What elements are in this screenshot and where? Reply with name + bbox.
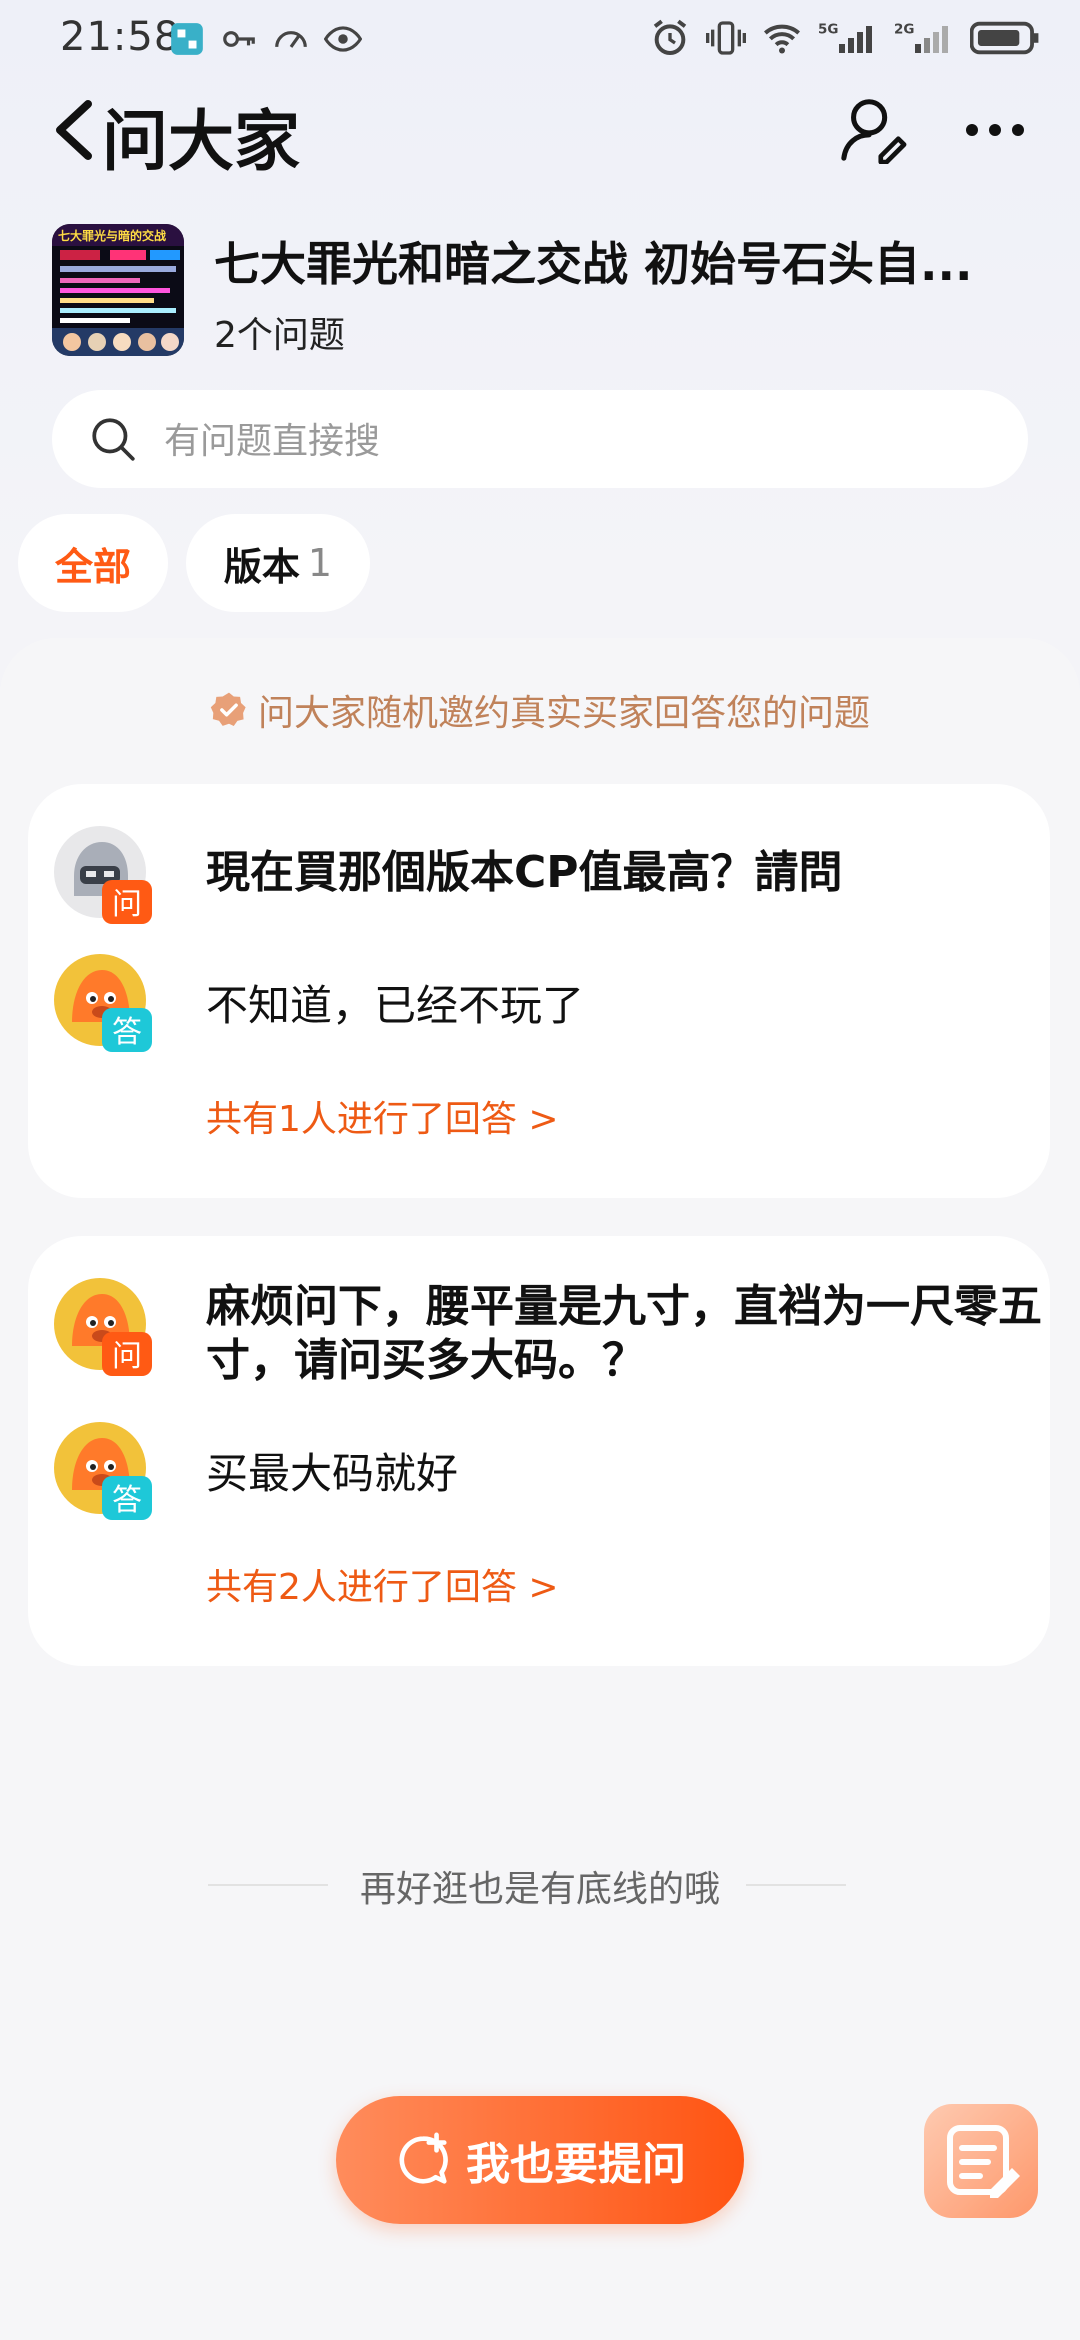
product-image: 七大罪光与暗的交战 [52, 224, 184, 356]
more-icon[interactable] [960, 112, 1030, 148]
user-search-icon[interactable] [838, 94, 908, 164]
product-thumbnail[interactable]: 七大罪光与暗的交战 [52, 224, 184, 356]
search-input[interactable] [162, 410, 986, 472]
answer-badge: 答 [112, 1015, 142, 1050]
asker-avatar: 问 [54, 826, 152, 924]
ask-question-button[interactable]: 我也要提问 [336, 2096, 744, 2224]
product-title[interactable]: 七大罪光和暗之交战 初始号石头自... [214, 228, 1024, 294]
answer-count-link[interactable]: 共有1人进行了回答 > [206, 1090, 559, 1142]
battery-icon [970, 21, 1039, 55]
speedometer-icon [275, 31, 307, 48]
verified-badge-icon [210, 692, 246, 726]
page-title: 问大家 [102, 103, 300, 180]
filter-chip-label: 全部 [54, 544, 131, 589]
add-question-icon [399, 2132, 448, 2184]
answerer-avatar: 答 [54, 954, 152, 1052]
question-count: 2个问题 [214, 315, 345, 356]
answer-text: 买最大码就好 [206, 1449, 459, 1498]
question-text[interactable]: 麻烦问下，腰平量是九寸，直裆为一尺零五寸，请问买多大码。？ [206, 1280, 1066, 1388]
question-text[interactable]: 現在買那個版本CP值最高？請問 [206, 846, 1066, 900]
notepad-edit-icon [947, 2125, 1020, 2198]
key-icon [223, 31, 255, 47]
eye-icon [324, 26, 362, 52]
answer-count-link[interactable]: 共有2人进行了回答 > [206, 1558, 559, 1610]
answer-text: 不知道，已经不玩了 [206, 981, 585, 1030]
wifi-icon [764, 24, 800, 54]
filter-chip-count: 1 [307, 541, 333, 585]
answerer-avatar: 答 [54, 1422, 152, 1520]
floating-notes-button[interactable] [924, 2104, 1038, 2218]
filter-chip-label: 版本 [223, 544, 300, 589]
filter-chip-all[interactable]: 全部 [18, 514, 168, 612]
back-arrow-icon[interactable] [48, 98, 100, 162]
vibrate-icon [706, 21, 746, 55]
asker-avatar: 问 [54, 1278, 152, 1376]
signal-2g-icon: 2G [894, 22, 948, 53]
status-time: 21:58 [60, 14, 181, 60]
ask-badge: 问 [112, 1339, 142, 1374]
alarm-icon [653, 19, 687, 56]
ask-badge: 问 [112, 887, 142, 922]
notice-text: 问大家随机邀约真实买家回答您的问题 [257, 693, 870, 734]
signal-5g-icon: 5G [818, 22, 872, 53]
search-icon [92, 418, 135, 461]
notice-banner: 问大家随机邀约真实买家回答您的问题 [0, 684, 1080, 736]
end-of-list-text: 再好逛也是有底线的哦 [359, 1869, 720, 1910]
filter-chip-version[interactable]: 版本 1 [186, 514, 370, 612]
answer-badge: 答 [112, 1483, 142, 1518]
status-left-icons [168, 20, 362, 58]
product-image-title: 七大罪光与暗的交战 [58, 228, 166, 243]
status-bar: 21:58 5G 2G [0, 0, 1080, 80]
app-grid-icon [171, 23, 203, 55]
ask-question-label: 我也要提问 [466, 2139, 686, 2190]
network-5g-label: 5G [818, 22, 838, 38]
network-2g-label: 2G [894, 22, 914, 38]
status-right-icons: 5G 2G [650, 18, 1040, 58]
